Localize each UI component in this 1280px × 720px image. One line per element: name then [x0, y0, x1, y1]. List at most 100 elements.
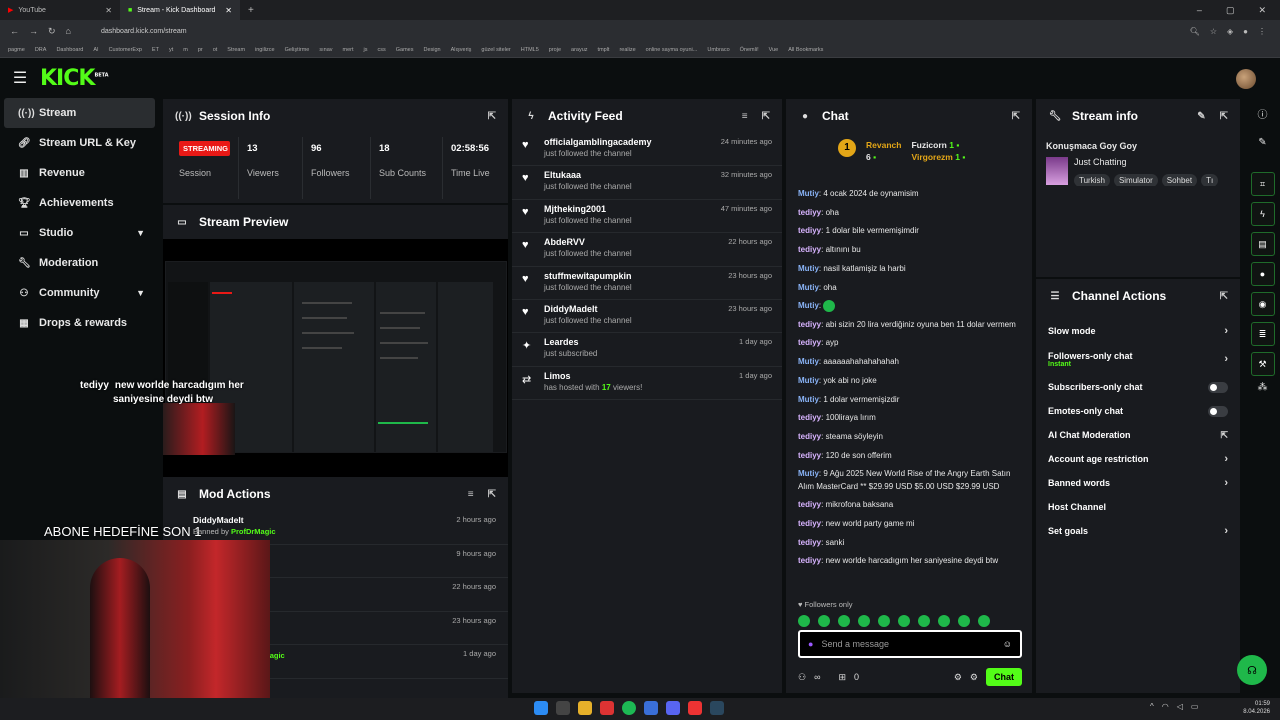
popout-icon[interactable]: ⇱	[1220, 111, 1228, 122]
support-headset-icon[interactable]: ☊	[1237, 655, 1267, 685]
channel-action-followers-only-chat[interactable]: Followers-only chat Instant ›	[1036, 343, 1240, 375]
popout-icon[interactable]: ⇱	[1220, 291, 1228, 302]
chat-message[interactable]: tediyy: new worlde harcadıgım her saniye…	[798, 552, 1028, 571]
tag-chip[interactable]: Simulator	[1113, 174, 1158, 186]
activity-row[interactable]: ♥ stuffmewitapumpkin just followed the cha…	[512, 267, 782, 300]
channel-action-banned-words[interactable]: Banned words ›	[1036, 471, 1240, 495]
rail-add-widget-icon[interactable]: ⁂	[1245, 382, 1280, 393]
chevron-right-icon[interactable]: ›	[1224, 525, 1228, 537]
channel-action-emotes-only-chat[interactable]: Emotes-only chat	[1036, 399, 1240, 423]
activity-row[interactable]: ⇄ Limos has hosted with 17 viewers! 1 day a…	[512, 367, 782, 401]
bookmark-item[interactable]: Alışveriş	[451, 47, 472, 53]
chat-input[interactable]: ● Send a message ☺	[798, 630, 1022, 658]
chat-message[interactable]: tediyy: new world party game mi	[798, 515, 1028, 534]
emote-bar[interactable]	[798, 615, 990, 627]
chat-message[interactable]: tediyy: abi sizin 20 lira verdiğiniz oyu…	[798, 316, 1028, 335]
back-icon[interactable]: ←	[10, 26, 19, 36]
chat-username[interactable]: tediyy	[798, 413, 821, 422]
chat-message[interactable]: Mutiy: yok abi no joke	[798, 372, 1028, 391]
forward-icon[interactable]: →	[29, 26, 38, 36]
chat-username[interactable]: tediyy	[798, 451, 821, 460]
chat-username[interactable]: Mutiy	[798, 395, 819, 404]
bookmark-item[interactable]: js	[364, 47, 368, 53]
chat-message[interactable]: tediyy: altınını bu	[798, 241, 1028, 260]
url-field[interactable]: dashboard.kick.com/stream	[101, 28, 187, 35]
sidebar-item-stream[interactable]: ((·)) Stream	[4, 98, 155, 128]
chat-message[interactable]: tediyy: oha	[798, 204, 1028, 223]
channel-action-slow-mode[interactable]: Slow mode ›	[1036, 319, 1240, 343]
chat-username[interactable]: tediyy	[798, 320, 821, 329]
browser-tab-active[interactable]: ■ Stream - Kick Dashboard ✕	[120, 0, 240, 20]
chat-username[interactable]: Mutiy	[798, 264, 819, 273]
file-explorer-icon[interactable]	[578, 701, 592, 715]
chat-username[interactable]: Mutiy	[798, 189, 819, 198]
chat-username[interactable]: Mutiy	[798, 301, 819, 310]
popout-icon[interactable]: ⇱	[488, 111, 496, 122]
chat-message[interactable]: Mutiy: 4 ocak 2024 de oynamisim	[798, 185, 1028, 204]
chat-message[interactable]: tediyy: steama söyleyin	[798, 428, 1028, 447]
chat-message[interactable]: tediyy: sanki	[798, 534, 1028, 553]
chat-username[interactable]: tediyy	[798, 500, 821, 509]
extensions-icon[interactable]: ◈	[1227, 27, 1233, 36]
filter-icon[interactable]: ≡	[468, 489, 474, 500]
sidebar-item-moderation[interactable]: 🔧︎ Moderation	[4, 248, 155, 278]
maximize-icon[interactable]: ▢	[1226, 5, 1235, 16]
sidebar-item-stream-url-key[interactable]: 🔗︎ Stream URL & Key	[4, 128, 155, 158]
profile-icon[interactable]: ●	[1243, 27, 1248, 36]
bookmark-item[interactable]: sınav	[319, 47, 332, 53]
sidebar-item-community[interactable]: ⚇ Community ▼	[4, 278, 155, 308]
chat-message[interactable]: tediyy: ayp	[798, 334, 1028, 353]
chevron-right-icon[interactable]: ›	[1224, 453, 1228, 465]
spotify-icon[interactable]	[622, 701, 636, 715]
bookmark-item[interactable]: ET	[152, 47, 159, 53]
sidebar-item-achievements[interactable]: 🏆︎ Achievements	[4, 188, 155, 218]
bookmark-item[interactable]: yt	[169, 47, 173, 53]
toggle-switch[interactable]	[1208, 381, 1228, 393]
bookmark-item[interactable]: Stream	[227, 47, 245, 53]
app-icon[interactable]	[644, 701, 658, 715]
chat-username[interactable]: tediyy	[798, 519, 821, 528]
bookmark-item[interactable]: ingilizce	[255, 47, 275, 53]
bookmark-item[interactable]: Geliştirme	[285, 47, 310, 53]
chat-message[interactable]: tediyy: 120 de son offerim	[798, 447, 1028, 466]
discord-icon[interactable]	[666, 701, 680, 715]
bookmark-item[interactable]: All Bookmarks	[788, 47, 823, 53]
search-icon[interactable]	[556, 701, 570, 715]
rail-scan-icon[interactable]: ⌗	[1250, 172, 1275, 196]
edit-pencil-icon[interactable]: ✎	[1245, 137, 1280, 148]
bookmark-item[interactable]: güzel siteler	[481, 47, 510, 53]
chat-send-button[interactable]: Chat	[986, 668, 1022, 686]
bookmark-item[interactable]: online sayma oyuni...	[646, 47, 698, 53]
edit-pencil-icon[interactable]: ✎	[1197, 111, 1205, 122]
chat-message[interactable]: Mutiy: nasil katlamişiz la harbi	[798, 260, 1028, 279]
zoom-icon[interactable]: 🔍︎	[1190, 27, 1200, 36]
bookmark-item[interactable]: DRA	[35, 47, 47, 53]
minimize-icon[interactable]: –	[1197, 5, 1202, 16]
bookmark-item[interactable]: m	[183, 47, 188, 53]
chevron-right-icon[interactable]: ›	[1224, 477, 1228, 489]
chat-message[interactable]: tediyy: mikrofona baksana	[798, 496, 1028, 515]
avatar[interactable]	[1236, 69, 1256, 89]
chat-message[interactable]: Mutiy: 9 Ağu 2025 New World Rise of the …	[798, 465, 1028, 496]
bookmark-item[interactable]: HTML5	[521, 47, 539, 53]
rail-broadcast-icon[interactable]: ◉	[1250, 292, 1275, 316]
toggle-switch[interactable]	[1208, 405, 1228, 417]
kick-logo[interactable]: KICKBETA	[40, 66, 109, 91]
bookmark-item[interactable]: Dashboard	[56, 47, 83, 53]
browser-tab[interactable]: ▶ YouTube ✕	[0, 0, 120, 20]
channel-action-ai-chat-moderation[interactable]: AI Chat Moderation ⇱	[1036, 423, 1240, 447]
rail-document-icon[interactable]: ▤	[1250, 232, 1275, 256]
settings-gear-icon[interactable]: ⚙	[954, 672, 962, 683]
activity-row[interactable]: ♥ DiddyMadeIt just followed the channel 23 …	[512, 300, 782, 334]
bookmark-item[interactable]: Vue	[769, 47, 779, 53]
chat-message[interactable]: Mutiy: aaaaaahahahahahah	[798, 353, 1028, 372]
channel-action-subscribers-only-chat[interactable]: Subscribers-only chat	[1036, 375, 1240, 399]
chat-message[interactable]: Mutiy: 1 dolar vermemişizdir	[798, 391, 1028, 410]
chat-message[interactable]: Mutiy: oha	[798, 279, 1028, 298]
chat-message[interactable]: tediyy: 100liraya lırım	[798, 409, 1028, 428]
channel-action-set-goals[interactable]: Set goals ›	[1036, 519, 1240, 543]
channel-action-host-channel[interactable]: Host Channel	[1036, 495, 1240, 519]
activity-row[interactable]: ♥ officialgamblingacademy just followed th…	[512, 133, 782, 167]
bookmark-item[interactable]: Games	[396, 47, 414, 53]
bookmark-item[interactable]: Design	[424, 47, 441, 53]
